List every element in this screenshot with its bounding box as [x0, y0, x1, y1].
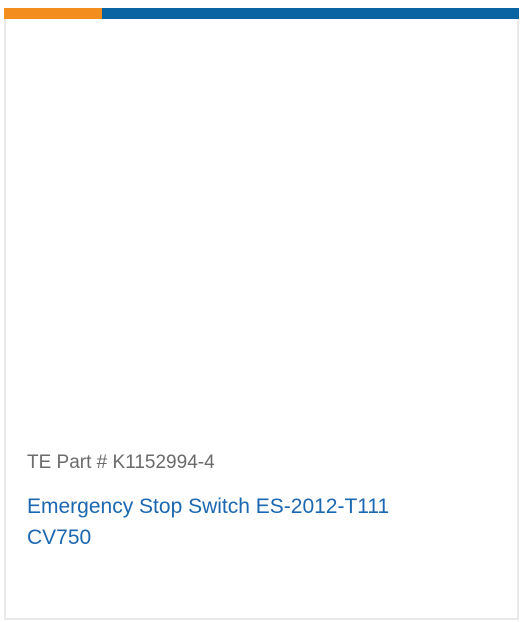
product-image-placeholder[interactable] — [6, 19, 517, 439]
product-card[interactable]: TE Part # K1152994-4 Emergency Stop Swit… — [4, 8, 519, 620]
product-title-line-1: Emergency Stop Switch ES-2012-T111 — [27, 495, 390, 518]
product-title-link[interactable]: Emergency Stop Switch ES-2012-T111 CV750 — [27, 491, 497, 553]
product-title-line-2: CV750 — [27, 526, 92, 549]
top-bar-primary — [102, 8, 519, 19]
card-top-bar — [4, 8, 519, 19]
top-bar-accent — [4, 8, 102, 19]
part-number: TE Part # K1152994-4 — [27, 452, 215, 473]
